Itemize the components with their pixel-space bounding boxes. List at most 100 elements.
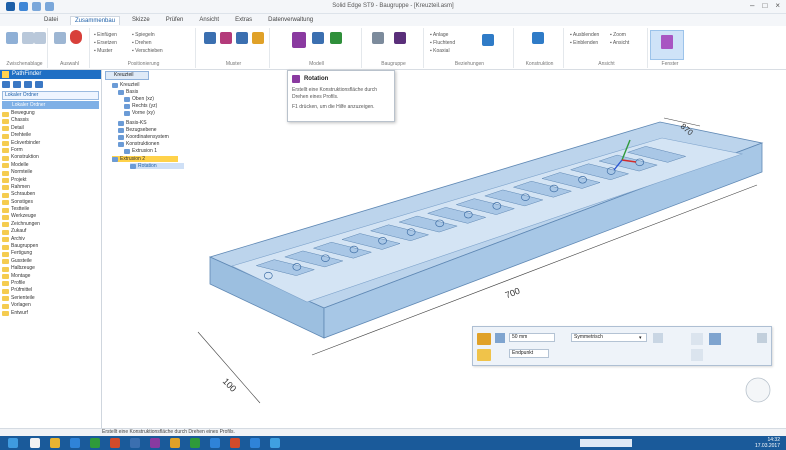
minimize-button[interactable]: – — [750, 1, 754, 10]
new-folder-icon[interactable] — [24, 81, 32, 88]
assembly-icon[interactable] — [394, 32, 406, 44]
construction-icon[interactable] — [532, 32, 544, 44]
distance-field[interactable]: 50 mm — [509, 333, 555, 342]
tab-extras[interactable]: Extras — [231, 16, 256, 24]
profile-icon[interactable] — [477, 349, 491, 361]
folder-item[interactable]: Testteile — [0, 206, 101, 213]
library-path-field[interactable]: Lokaler Ordner — [2, 91, 99, 100]
positioning-item[interactable]: ▪ Spiegeln — [132, 32, 155, 38]
move-icon[interactable] — [252, 32, 264, 44]
relation-item[interactable]: ▪ Anlage — [430, 32, 448, 38]
folder-item[interactable]: Eckverbinder — [0, 140, 101, 147]
relation-icon[interactable] — [482, 34, 494, 46]
side-step-icon[interactable] — [653, 333, 663, 343]
close-bar-icon[interactable] — [757, 333, 767, 343]
taskbar-app-icon[interactable] — [250, 438, 260, 448]
tab-datenverwaltung[interactable]: Datenverwaltung — [264, 16, 317, 24]
cut-icon[interactable] — [22, 32, 34, 44]
folder-item[interactable]: Fertigung — [0, 250, 101, 258]
taskbar-app-icon[interactable] — [150, 438, 160, 448]
folder-item[interactable]: Modelle — [0, 162, 101, 169]
library-selected-folder[interactable]: Lokaler Ordner — [2, 101, 99, 109]
option-icon[interactable] — [495, 333, 505, 343]
view-item[interactable]: ▪ Zoom — [610, 32, 626, 38]
relation-item[interactable]: ▪ Fluchtend — [430, 40, 455, 46]
folder-item[interactable]: Profile — [0, 280, 101, 287]
taskbar-app-icon[interactable] — [170, 438, 180, 448]
back-icon[interactable] — [2, 81, 10, 88]
folder-item[interactable]: Drehteile — [0, 132, 101, 140]
chevron-down-icon[interactable]: ▾ — [639, 335, 642, 341]
rotation-button-icon[interactable] — [292, 32, 306, 48]
taskbar-app-icon[interactable] — [30, 438, 40, 448]
folder-item[interactable]: Sonstiges — [0, 199, 101, 206]
folder-item[interactable]: Werkzeuge — [0, 213, 101, 221]
folder-item[interactable]: Zeichnungen — [0, 221, 101, 228]
folder-item[interactable]: Serienteile — [0, 295, 101, 302]
extent-field[interactable]: Endpunkt — [509, 349, 549, 358]
taskbar-app-icon[interactable] — [230, 438, 240, 448]
folder-item[interactable]: Konstruktion — [0, 154, 101, 162]
mode-dropdown[interactable]: Symmetrisch — [571, 333, 647, 342]
folder-item[interactable]: Bewegung — [0, 110, 101, 117]
loft-icon[interactable] — [330, 32, 342, 44]
mirror-icon[interactable] — [220, 32, 232, 44]
positioning-item[interactable]: ▪ Einfügen — [94, 32, 117, 38]
paste-icon[interactable] — [6, 32, 18, 44]
finish-icon[interactable] — [691, 333, 703, 345]
taskbar-app-icon[interactable] — [270, 438, 280, 448]
taskbar-app-icon[interactable] — [110, 438, 120, 448]
view-mode-icon[interactable] — [35, 81, 43, 88]
copy-icon[interactable] — [34, 32, 46, 44]
select-arrow-icon[interactable] — [54, 32, 66, 44]
folder-item[interactable]: Projekt — [0, 177, 101, 184]
close-button[interactable]: × — [775, 1, 780, 10]
taskbar-app-icon[interactable] — [190, 438, 200, 448]
maximize-button[interactable]: □ — [762, 1, 767, 10]
folder-item[interactable]: Baugruppen — [0, 243, 101, 250]
folder-item[interactable]: Entwurf — [0, 310, 101, 317]
folder-item[interactable]: Zukauf — [0, 228, 101, 236]
taskbar-app-icon[interactable] — [130, 438, 140, 448]
folder-item[interactable]: Form — [0, 147, 101, 154]
folder-item[interactable]: Normteile — [0, 169, 101, 176]
folder-item[interactable]: Rahmen — [0, 184, 101, 191]
tab-datei[interactable]: Datei — [40, 16, 62, 24]
view-item[interactable]: ▪ Einblenden — [570, 40, 598, 46]
taskbar-app-icon[interactable] — [210, 438, 220, 448]
rotate-icon[interactable] — [236, 32, 248, 44]
view-item[interactable]: ▪ Ansicht — [610, 40, 629, 46]
positioning-item[interactable]: ▪ Muster — [94, 48, 112, 54]
folder-item[interactable]: Archiv — [0, 236, 101, 243]
component-icon[interactable] — [372, 32, 384, 44]
cancel-icon[interactable] — [691, 349, 703, 361]
tab-skizze[interactable]: Skizze — [128, 16, 154, 24]
folder-item[interactable]: Detail — [0, 125, 101, 132]
folder-item[interactable]: Halbzeuge — [0, 265, 101, 273]
taskbar-app-icon[interactable] — [90, 438, 100, 448]
folder-item[interactable]: Vorlagen — [0, 302, 101, 310]
positioning-item[interactable]: ▪ Drehen — [132, 40, 152, 46]
tab-zusammenbau[interactable]: Zusammenbau — [70, 15, 121, 25]
undo-arrow-icon[interactable] — [70, 30, 82, 44]
tab-ansicht[interactable]: Ansicht — [195, 16, 223, 24]
folder-item[interactable]: Gussteile — [0, 258, 101, 265]
preview-icon[interactable] — [709, 333, 721, 345]
folder-item[interactable]: Montage — [0, 273, 101, 280]
tab-pruefen[interactable]: Prüfen — [162, 16, 188, 24]
taskbar-app-icon[interactable] — [50, 438, 60, 448]
extrude-icon[interactable] — [312, 32, 324, 44]
folder-item[interactable]: Schrauben — [0, 191, 101, 199]
positioning-item[interactable]: ▪ Ersetzen — [94, 40, 117, 46]
taskbar-search-field[interactable] — [580, 439, 632, 447]
up-folder-icon[interactable] — [13, 81, 21, 88]
view-item[interactable]: ▪ Ausblenden — [570, 32, 599, 38]
start-icon[interactable] — [8, 438, 18, 448]
pattern-icon[interactable] — [204, 32, 216, 44]
sketch-icon[interactable] — [477, 333, 491, 345]
relation-item[interactable]: ▪ Koaxial — [430, 48, 450, 54]
positioning-item[interactable]: ▪ Verschieben — [132, 48, 163, 54]
taskbar-app-icon[interactable] — [70, 438, 80, 448]
folder-item[interactable]: Prüfmittel — [0, 287, 101, 295]
folder-item[interactable]: Chassis — [0, 117, 101, 125]
